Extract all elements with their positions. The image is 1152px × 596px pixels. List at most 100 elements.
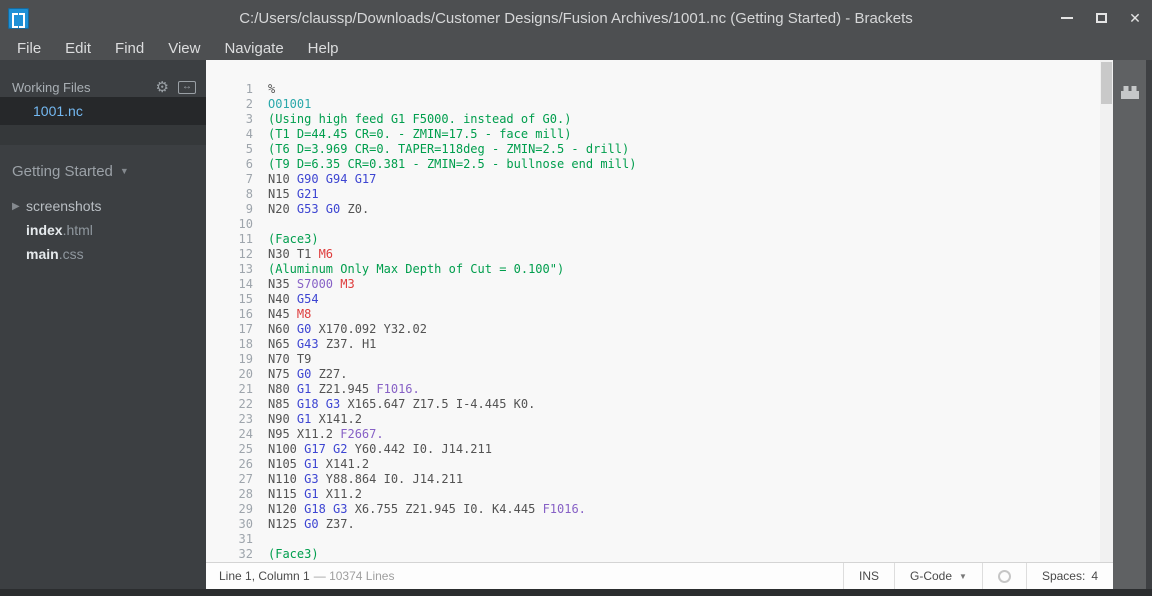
code-line[interactable]: 19 N70 T9	[206, 352, 1113, 367]
code-line[interactable]: 2 O01001	[206, 97, 1113, 112]
file-name-ext: .html	[62, 222, 93, 238]
code-line[interactable]: 17 N60 G0 X170.092 Y32.02	[206, 322, 1113, 337]
code-line[interactable]: 18 N65 G43 Z37. H1	[206, 337, 1113, 352]
code-line[interactable]: 4 (T1 D=44.45 CR=0. - ZMIN=17.5 - face mi…	[206, 127, 1113, 142]
maximize-button[interactable]	[1084, 0, 1118, 36]
line-number: 4	[245, 127, 253, 141]
line-number: 7	[245, 172, 253, 186]
code-line[interactable]: 12 N30 T1 M6	[206, 247, 1113, 262]
code-line[interactable]: 32 (Face3)	[206, 547, 1113, 562]
menu-item-help[interactable]: Help	[296, 36, 351, 60]
menu-item-find[interactable]: Find	[103, 36, 156, 60]
code-line[interactable]: 26 N105 G1 X141.2	[206, 457, 1113, 472]
code-text: O01001	[268, 97, 312, 111]
code-line[interactable]: 6 (T9 D=6.35 CR=0.381 - ZMIN=2.5 - bullno…	[206, 157, 1113, 172]
code-text: N75 G0 Z27.	[268, 367, 348, 381]
menu-item-navigate[interactable]: Navigate	[212, 36, 295, 60]
gear-icon[interactable]: ⚙	[156, 80, 169, 95]
menu-item-view[interactable]: View	[156, 36, 212, 60]
code-text: N125 G0 Z37.	[268, 517, 355, 531]
code-line[interactable]: 5 (T6 D=3.969 CR=0. TAPER=118deg - ZMIN=2…	[206, 142, 1113, 157]
code-line[interactable]: 15 N40 G54	[206, 292, 1113, 307]
line-number: 22	[238, 397, 253, 411]
line-number: 8	[245, 187, 253, 201]
language-label: G-Code	[910, 569, 953, 583]
code-line[interactable]: 1%	[206, 82, 1113, 97]
file-name-base: index	[26, 222, 63, 238]
line-number: 30	[238, 517, 253, 531]
code-line[interactable]: 11 (Face3)	[206, 232, 1113, 247]
tree-folder-screenshots[interactable]: ▶ screenshots	[0, 194, 206, 218]
working-files-shadow	[0, 125, 206, 145]
language-dropdown[interactable]: G-Code ▼	[894, 563, 982, 589]
sidebar: Working Files ⚙ ↔ 1001.nc Getting Starte…	[0, 60, 206, 589]
split-view-icon[interactable]: ↔	[178, 80, 196, 94]
code-text: (T6 D=3.969 CR=0. TAPER=118deg - ZMIN=2.…	[268, 142, 630, 156]
indent-setting[interactable]: Spaces: 4	[1025, 563, 1113, 589]
cursor-position-text: Line 1, Column 1	[219, 569, 310, 583]
code-text: N70 T9	[268, 352, 312, 366]
code-line[interactable]: 27 N110 G3 Y88.864 I0. J14.211	[206, 472, 1113, 487]
window-bottom-edge	[0, 589, 1152, 596]
code-line[interactable]: 30 N125 G0 Z37.	[206, 517, 1113, 532]
menu-bar: File Edit Find View Navigate Help	[0, 36, 1152, 60]
code-line[interactable]: 3 (Using high feed G1 F5000. instead of G…	[206, 112, 1113, 127]
code-line[interactable]: 29 N120 G18 G3 X6.755 Z21.945 I0. K4.445 …	[206, 502, 1113, 517]
code-line[interactable]: 28 N115 G1 X11.2	[206, 487, 1113, 502]
spaces-label: Spaces:	[1041, 569, 1086, 583]
code-line[interactable]: 10	[206, 217, 1113, 232]
working-files-title: Working Files	[12, 79, 91, 95]
vertical-scrollbar[interactable]	[1100, 60, 1113, 562]
chevron-down-icon: ▼	[959, 571, 967, 581]
line-number: 2	[245, 97, 253, 111]
tree-file-index.html[interactable]: index .html	[0, 218, 206, 242]
insert-mode-toggle[interactable]: INS	[842, 563, 894, 589]
code-line[interactable]: 31	[206, 532, 1113, 547]
menu-item-edit[interactable]: Edit	[53, 36, 103, 60]
code-line[interactable]: 20 N75 G0 Z27.	[206, 367, 1113, 382]
line-number: 26	[238, 457, 253, 471]
line-number: 1	[245, 82, 253, 96]
extension-manager-icon[interactable]	[1119, 84, 1141, 106]
scrollbar-thumb[interactable]	[1101, 62, 1112, 104]
tree-file-main.css[interactable]: main .css	[0, 242, 206, 266]
code-line[interactable]: 25 N100 G17 G2 Y60.442 I0. J14.211	[206, 442, 1113, 457]
code-line[interactable]: 7 N10 G90 G94 G17	[206, 172, 1113, 187]
line-number: 27	[238, 472, 253, 486]
code-line[interactable]: 13 (Aluminum Only Max Depth of Cut = 0.10…	[206, 262, 1113, 277]
code-text: N45 M8	[268, 307, 312, 321]
code-line[interactable]: 21 N80 G1 Z21.945 F1016.	[206, 382, 1113, 397]
menu-item-file[interactable]: File	[5, 36, 53, 60]
code-text: N90 G1 X141.2	[268, 412, 362, 426]
minimize-button[interactable]	[1050, 0, 1084, 36]
status-indicator[interactable]	[981, 563, 1026, 589]
line-number: 3	[245, 112, 253, 126]
line-number: 12	[238, 247, 253, 261]
code-line[interactable]: 9 N20 G53 G0 Z0.	[206, 202, 1113, 217]
code-text: N95 X11.2 F2667.	[268, 427, 384, 441]
code-text: N120 G18 G3 X6.755 Z21.945 I0. K4.445 F1…	[268, 502, 586, 516]
code-text: N40 G54	[268, 292, 319, 306]
spaces-value: 4	[1091, 569, 1098, 583]
code-text: N80 G1 Z21.945 F1016.	[268, 382, 420, 396]
status-bar: Line 1, Column 1 — 10374 Lines INS G-Cod…	[206, 562, 1113, 589]
project-dropdown[interactable]: Getting Started ▼	[0, 160, 206, 182]
code-editor[interactable]: 1% 2 O01001 3 (Using high feed G1 F5000. ins…	[206, 60, 1113, 562]
code-line[interactable]: 16 N45 M8	[206, 307, 1113, 322]
main-area: Working Files ⚙ ↔ 1001.nc Getting Starte…	[0, 60, 1152, 589]
code-text: (T9 D=6.35 CR=0.381 - ZMIN=2.5 - bullnos…	[268, 157, 637, 171]
close-button[interactable]: ✕	[1118, 0, 1152, 36]
line-number: 20	[238, 367, 253, 381]
line-number: 17	[238, 322, 253, 336]
code-text: (T1 D=44.45 CR=0. - ZMIN=17.5 - face mil…	[268, 127, 572, 141]
code-line[interactable]: 14 N35 S7000 M3	[206, 277, 1113, 292]
code-line[interactable]: 22 N85 G18 G3 X165.647 Z17.5 I-4.445 K0.	[206, 397, 1113, 412]
code-line[interactable]: 23 N90 G1 X141.2	[206, 412, 1113, 427]
folder-label: screenshots	[26, 198, 102, 214]
code-line[interactable]: 24 N95 X11.2 F2667.	[206, 427, 1113, 442]
code-line[interactable]: 8 N15 G21	[206, 187, 1113, 202]
close-icon: ✕	[1129, 10, 1141, 26]
working-file-item[interactable]: 1001.nc	[0, 97, 206, 125]
code-text: N60 G0 X170.092 Y32.02	[268, 322, 427, 336]
